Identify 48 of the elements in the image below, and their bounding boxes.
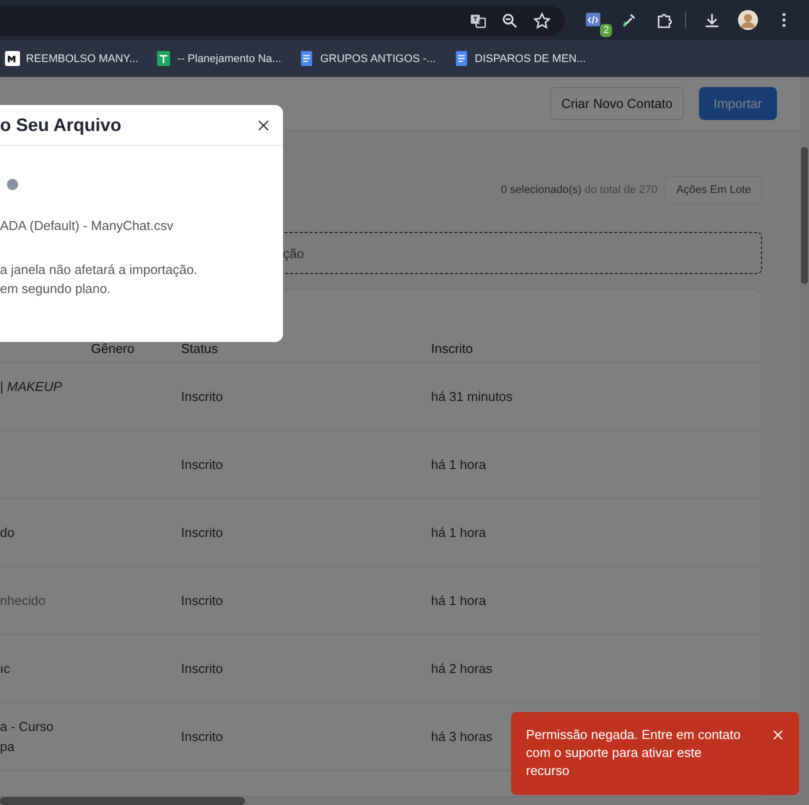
status-dot-icon xyxy=(6,178,19,191)
download-icon[interactable] xyxy=(703,11,721,29)
table-cell: Inscrito xyxy=(181,389,223,404)
table-cell: há 1 hora xyxy=(431,593,486,608)
table-cell: há 3 horas xyxy=(431,729,492,744)
toast-message: Permissão negada. Entre em contato com o suporte para ativar este recurso xyxy=(526,726,741,780)
table-cell: Inscrito xyxy=(181,729,223,744)
zoom-out-icon[interactable] xyxy=(501,12,519,30)
puzzle-icon[interactable] xyxy=(655,11,673,29)
table-cell: há 1 hora xyxy=(431,457,486,472)
bookmark[interactable]: DISPAROS DE MEN... xyxy=(454,51,586,66)
table-cell-text: ıc xyxy=(0,660,10,678)
table-cell-text: do xyxy=(0,524,14,542)
table-cell-text: a - Curso pa xyxy=(0,718,54,756)
star-icon[interactable] xyxy=(533,12,551,30)
table-cell: Inscrito xyxy=(181,593,223,608)
table-cell: há 31 minutos xyxy=(431,389,513,404)
translate-icon[interactable] xyxy=(469,12,487,30)
spreadsheet-icon xyxy=(156,51,172,66)
column-header: Status xyxy=(181,341,219,356)
table-cell-text: | MAKEUP xyxy=(0,378,62,396)
horizontal-scrollbar[interactable] xyxy=(0,797,800,805)
extension-badge: 2 xyxy=(600,24,612,37)
table-cell: Inscrito xyxy=(181,457,223,472)
table-cell: Inscrito xyxy=(181,525,223,540)
avatar-icon[interactable] xyxy=(738,10,758,30)
file-name: ADA (Default) - ManyChat.csv xyxy=(0,218,174,233)
modal-title: o Seu Arquivo xyxy=(0,114,122,136)
eyedropper-icon[interactable] xyxy=(620,11,638,29)
document-icon xyxy=(299,51,314,66)
table-cell-text: nhecido xyxy=(0,592,46,610)
bookmark[interactable]: REEMBOLSO MANY... xyxy=(5,51,138,66)
bookmark[interactable]: GRUPOS ANTIGOS -... xyxy=(299,51,436,66)
table-cell: Inscrito xyxy=(181,661,223,676)
document-icon xyxy=(454,51,469,66)
logo-icon xyxy=(5,51,20,66)
table-cell: há 2 horas xyxy=(431,661,492,676)
modal-note: a janela não afetará a importação. xyxy=(0,262,198,277)
vertical-scrollbar[interactable] xyxy=(800,77,809,805)
table-cell: há 1 hora xyxy=(431,525,486,540)
bookmark[interactable]: -- Planejamento Na... xyxy=(156,51,282,66)
close-icon[interactable] xyxy=(258,120,269,130)
new-contact-button[interactable]: Criar Novo Contato xyxy=(550,87,684,120)
column-header: Inscrito xyxy=(431,341,474,356)
modal-note: em segundo plano. xyxy=(0,281,112,296)
code-extension-icon[interactable] xyxy=(585,11,603,29)
dropzone-text: ção xyxy=(283,246,304,260)
column-header: Gênero xyxy=(91,341,136,356)
